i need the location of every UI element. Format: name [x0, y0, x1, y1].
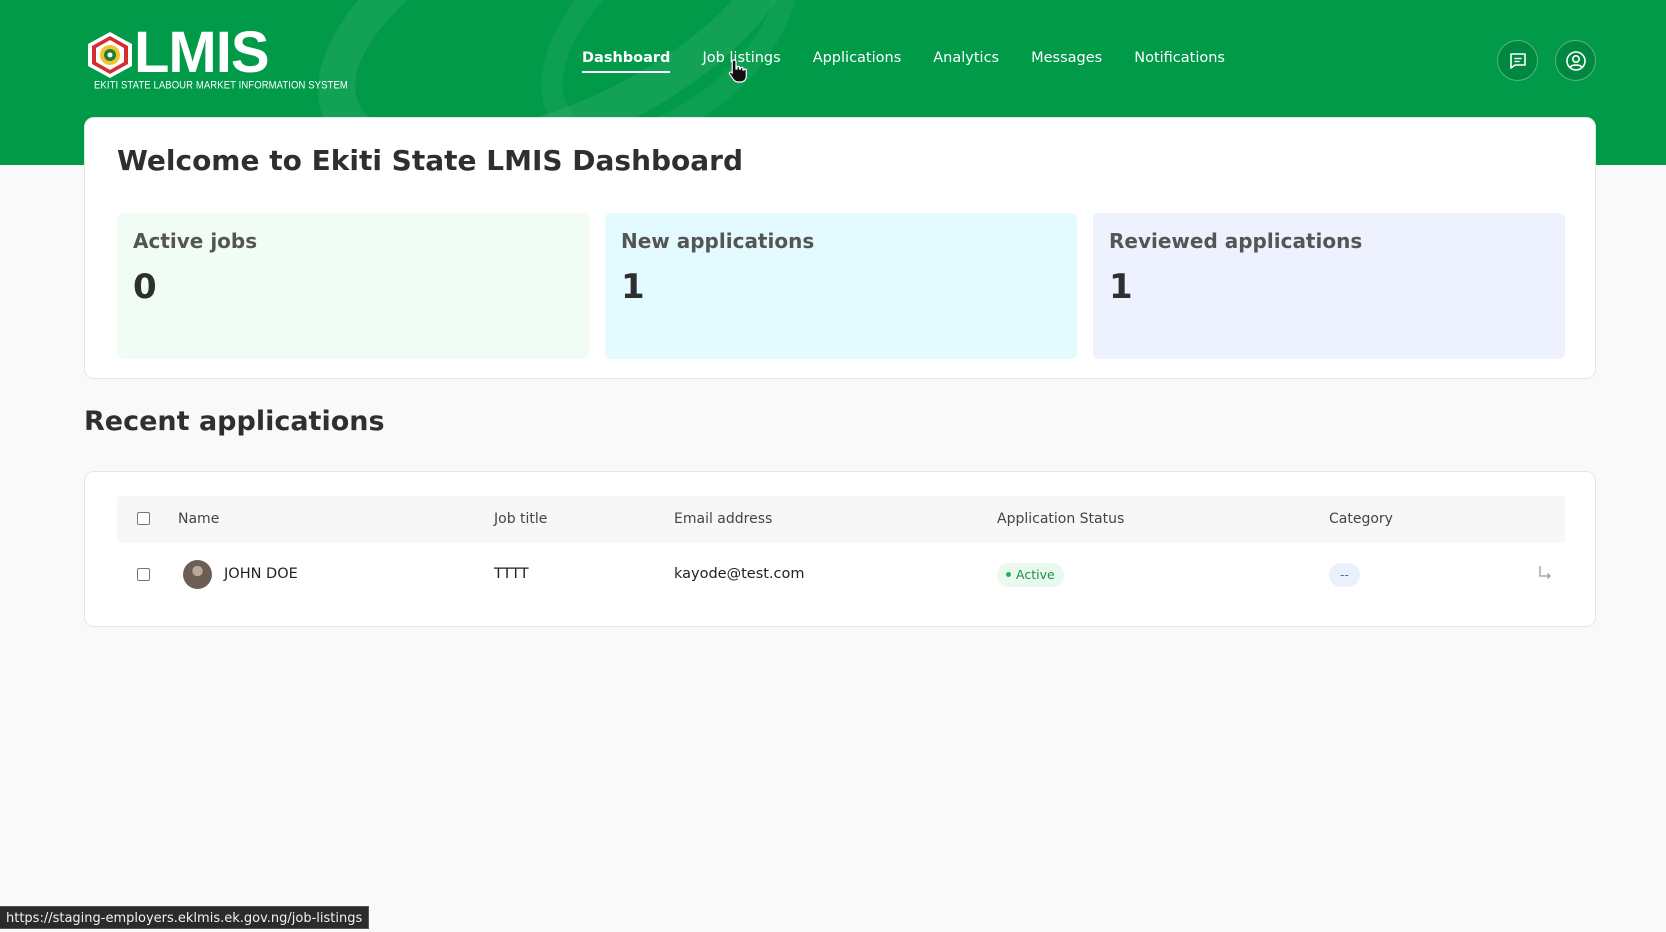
- nav-notifications[interactable]: Notifications: [1134, 50, 1225, 73]
- recent-applications-title: Recent applications: [84, 406, 385, 437]
- row-action-arrow-icon[interactable]: [1535, 563, 1555, 583]
- nav-applications[interactable]: Applications: [813, 50, 902, 73]
- user-circle-icon: [1565, 50, 1586, 71]
- nav-dashboard[interactable]: Dashboard: [582, 50, 671, 73]
- nav-messages[interactable]: Messages: [1031, 50, 1102, 73]
- column-header-status[interactable]: Application Status: [997, 511, 1124, 527]
- logo-subtitle: EKITI STATE LABOUR MARKET INFORMATION SY…: [94, 78, 348, 93]
- browser-status-url: https://staging-employers.eklmis.ek.gov.…: [0, 906, 370, 929]
- stat-label: New applications: [621, 229, 815, 253]
- status-badge: Active: [997, 563, 1064, 587]
- stat-new-applications: New applications 1: [605, 213, 1077, 359]
- applications-table: Name Job title Email address Application…: [84, 471, 1596, 627]
- select-all-checkbox[interactable]: [137, 512, 150, 525]
- logo-wordmark: LMIS: [134, 20, 270, 85]
- stat-value: 1: [1109, 267, 1133, 307]
- chat-button[interactable]: [1497, 40, 1538, 81]
- stat-value: 0: [133, 267, 157, 307]
- email-cell: kayode@test.com: [674, 566, 805, 582]
- table-header: Name Job title Email address Application…: [117, 496, 1565, 543]
- column-header-name[interactable]: Name: [178, 511, 219, 527]
- job-title-cell: TTTT: [494, 566, 529, 582]
- lmis-logo[interactable]: LMIS EKITI STATE LABOUR MARKET INFORMATI…: [84, 22, 348, 96]
- stat-reviewed-applications: Reviewed applications 1: [1093, 213, 1565, 359]
- stat-label: Reviewed applications: [1109, 229, 1363, 253]
- avatar: [183, 560, 212, 589]
- nav-analytics[interactable]: Analytics: [933, 50, 999, 73]
- column-header-category[interactable]: Category: [1329, 511, 1393, 527]
- applicant-name[interactable]: JOHN DOE: [224, 566, 298, 582]
- profile-button[interactable]: [1555, 40, 1596, 81]
- row-checkbox[interactable]: [137, 568, 150, 581]
- column-header-job-title[interactable]: Job title: [494, 511, 547, 527]
- ekiti-emblem-icon: [88, 32, 132, 78]
- table-row[interactable]: JOHN DOE TTTT kayode@test.com Active --: [117, 543, 1565, 607]
- chat-icon: [1509, 52, 1526, 69]
- column-header-email[interactable]: Email address: [674, 511, 772, 527]
- page-title: Welcome to Ekiti State LMIS Dashboard: [117, 144, 744, 177]
- stat-active-jobs: Active jobs 0: [117, 213, 589, 359]
- welcome-card: Welcome to Ekiti State LMIS Dashboard Ac…: [84, 117, 1596, 379]
- stat-label: Active jobs: [133, 229, 258, 253]
- stat-value: 1: [621, 267, 645, 307]
- status-dot-icon: [1006, 572, 1011, 577]
- hand-cursor-icon: [728, 59, 747, 83]
- main-nav: Dashboard Job listings Applications Anal…: [582, 50, 1257, 73]
- category-badge: --: [1329, 563, 1360, 587]
- status-text: Active: [1016, 567, 1055, 582]
